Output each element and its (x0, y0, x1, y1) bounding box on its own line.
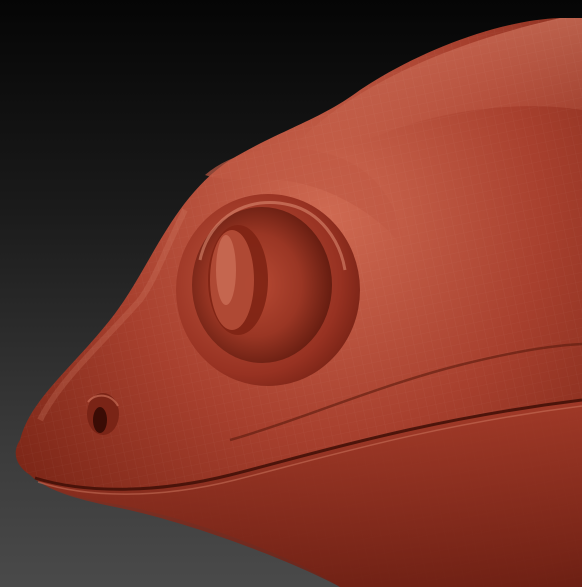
eye-socket (176, 194, 360, 386)
sculpt-viewport[interactable] (0, 0, 582, 587)
nostril (87, 393, 119, 435)
sculpt-render (15, 18, 582, 587)
